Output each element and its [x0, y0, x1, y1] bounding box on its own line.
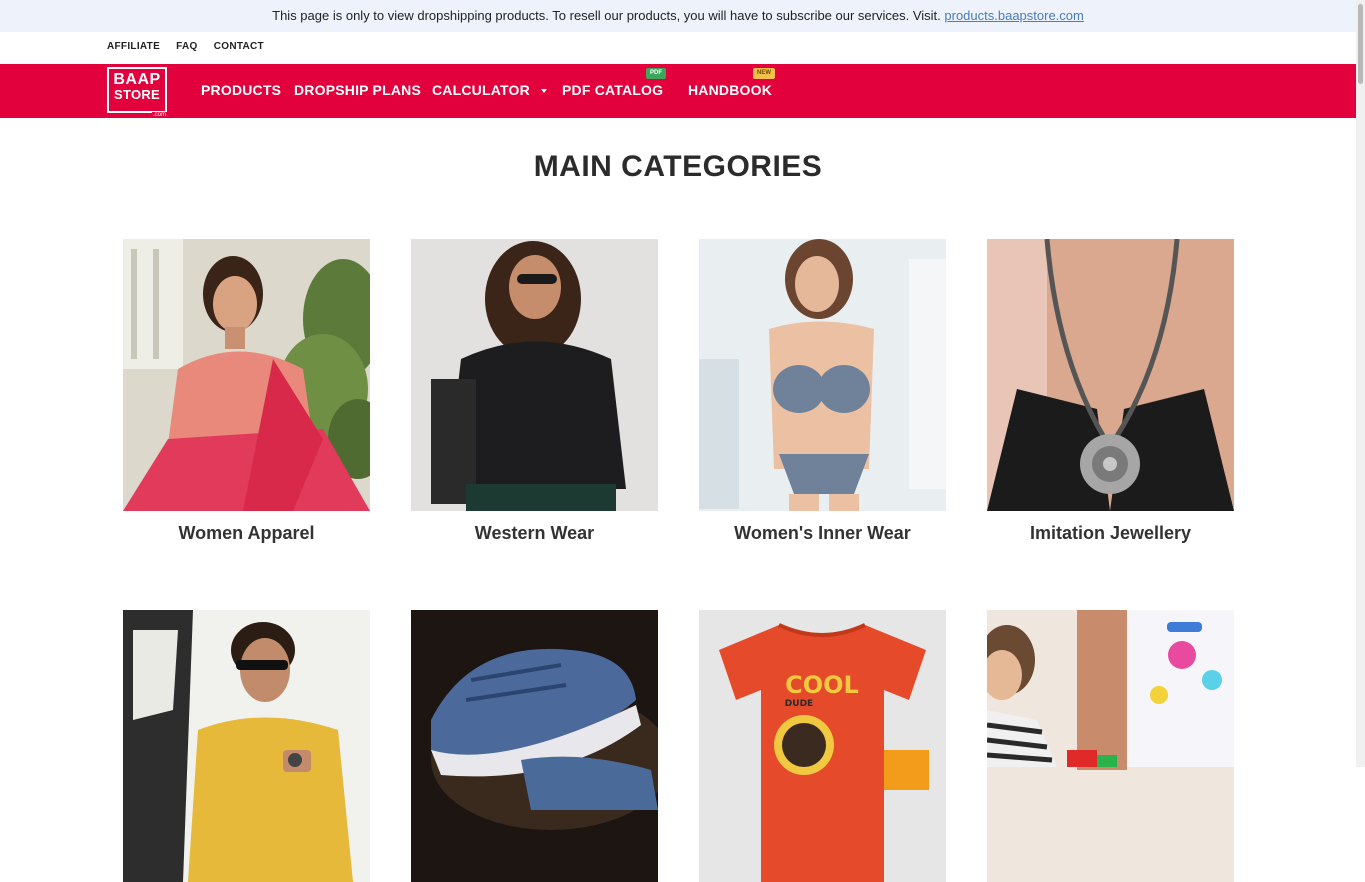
new-badge: NEW — [753, 68, 775, 79]
notice-text: This page is only to view dropshipping p… — [272, 8, 941, 23]
tshirt-print-dude: DUDE — [785, 699, 813, 709]
tshirt-print-cool: COOL — [785, 671, 859, 699]
nav-calculator[interactable]: CALCULATOR — [432, 64, 530, 118]
faq-link[interactable]: FAQ — [176, 41, 197, 52]
kids-tshirt-image: COOL DUDE — [699, 610, 946, 882]
baapstore-logo[interactable]: BAAP STORE .com — [107, 67, 167, 118]
contact-link[interactable]: CONTACT — [214, 41, 264, 52]
nav-products[interactable]: PRODUCTS — [201, 64, 281, 118]
necklace-image — [987, 239, 1234, 511]
category-card-kids-wear[interactable]: COOL DUDE — [699, 610, 946, 882]
category-card-men-wear[interactable] — [123, 610, 370, 882]
dropship-notice-bar: This page is only to view dropshipping p… — [0, 0, 1356, 32]
top-links: AFFILIATE FAQ CONTACT — [107, 41, 277, 52]
main-navbar: BAAP STORE .com PRODUCTS DROPSHIP PLANS … — [0, 64, 1356, 118]
category-card-footwear[interactable] — [411, 610, 658, 882]
category-label: Women's Inner Wear — [734, 523, 911, 543]
affiliate-link[interactable]: AFFILIATE — [107, 41, 160, 52]
scrollbar-thumb[interactable] — [1358, 4, 1363, 84]
category-label: Women Apparel — [178, 523, 315, 543]
category-label: Imitation Jewellery — [1029, 523, 1192, 543]
category-label: Western Wear — [474, 523, 595, 543]
shirt-model-image — [411, 239, 658, 511]
men-shirt-model-image — [123, 610, 370, 882]
category-card-kids-toys[interactable] — [987, 610, 1234, 882]
notice-link[interactable]: products.baapstore.com — [944, 8, 1083, 23]
sneakers-image — [411, 610, 658, 882]
page-title: MAIN CATEGORIES — [533, 150, 823, 183]
pdf-badge: PDF — [646, 68, 666, 79]
kids-toys-image — [987, 610, 1234, 882]
category-card-womens-inner-wear[interactable]: Women's Inner Wear — [699, 239, 946, 543]
chevron-down-icon[interactable] — [541, 89, 547, 93]
innerwear-model-image — [699, 239, 946, 511]
nav-dropship-plans[interactable]: DROPSHIP PLANS — [294, 64, 421, 118]
category-card-women-apparel[interactable]: Women Apparel — [123, 239, 370, 543]
category-card-western-wear[interactable]: Western Wear — [411, 239, 658, 543]
saree-model-image — [123, 239, 370, 511]
page-scrollbar[interactable] — [1356, 0, 1365, 767]
category-card-imitation-jewellery[interactable]: Imitation Jewellery — [987, 239, 1234, 543]
